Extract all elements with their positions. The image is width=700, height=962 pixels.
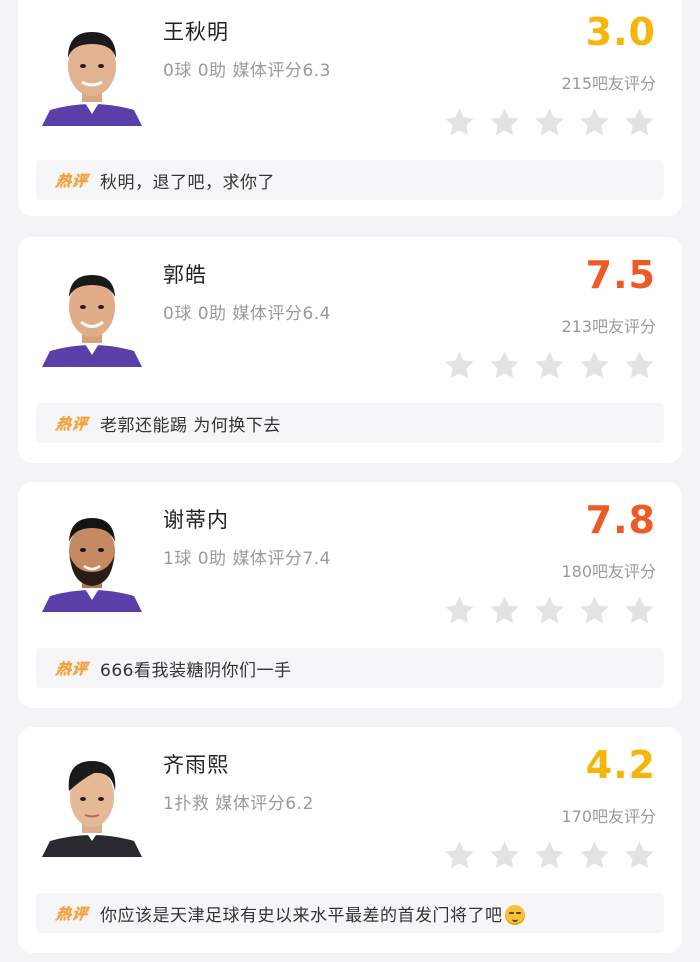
player-card: 齐雨熙 1扑救 媒体评分6.2 4.2 170吧友评分 热评 你应该是天津足球有… [18, 727, 682, 953]
hot-comment-text: 666看我装糖阴你们一手 [100, 660, 292, 681]
player-avatar[interactable] [42, 255, 142, 367]
star-icon[interactable] [623, 594, 656, 627]
player-photo-icon [42, 500, 142, 612]
star-icon[interactable] [533, 349, 566, 382]
star-icon[interactable] [443, 349, 476, 382]
star-icon[interactable] [578, 349, 611, 382]
hot-comment[interactable]: 热评 你应该是天津足球有史以来水平最差的首发门将了吧 [36, 893, 664, 933]
star-icon[interactable] [578, 594, 611, 627]
rating-count: 215吧友评分 [561, 74, 656, 93]
star-icon[interactable] [533, 839, 566, 872]
player-name: 谢蒂内 [163, 508, 229, 532]
smiling-face-icon [504, 904, 525, 925]
star-icon[interactable] [488, 106, 521, 139]
star-icon[interactable] [533, 594, 566, 627]
hot-badge: 热评 [54, 414, 90, 433]
hot-comment-text: 老郭还能踢 为何换下去 [100, 415, 281, 436]
player-photo-icon [42, 745, 142, 857]
star-rating[interactable] [443, 594, 656, 627]
hot-comment[interactable]: 热评 老郭还能踢 为何换下去 [36, 403, 664, 443]
player-card: 谢蒂内 1球 0助 媒体评分7.4 7.8 180吧友评分 热评 666看我装糖… [18, 482, 682, 708]
star-icon[interactable] [623, 839, 656, 872]
player-name: 齐雨熙 [163, 753, 229, 777]
rating-count: 170吧友评分 [561, 807, 656, 826]
hot-comment-words: 你应该是天津足球有史以来水平最差的首发门将了吧 [100, 905, 503, 926]
hot-comment-text: 你应该是天津足球有史以来水平最差的首发门将了吧 [100, 901, 525, 926]
star-icon[interactable] [488, 594, 521, 627]
star-icon[interactable] [623, 349, 656, 382]
player-avatar[interactable] [42, 14, 142, 126]
player-avatar[interactable] [42, 500, 142, 612]
star-icon[interactable] [623, 106, 656, 139]
star-rating[interactable] [443, 106, 656, 139]
player-photo-icon [42, 255, 142, 367]
hot-badge: 热评 [54, 904, 90, 923]
player-stats: 1球 0助 媒体评分7.4 [163, 549, 331, 569]
star-icon[interactable] [443, 594, 476, 627]
hot-badge: 热评 [54, 171, 90, 190]
star-rating[interactable] [443, 349, 656, 382]
star-icon[interactable] [443, 839, 476, 872]
hot-comment[interactable]: 热评 666看我装糖阴你们一手 [36, 648, 664, 688]
star-icon[interactable] [488, 349, 521, 382]
player-name: 王秋明 [163, 20, 229, 44]
star-icon[interactable] [443, 106, 476, 139]
player-photo-icon [42, 14, 142, 126]
star-icon[interactable] [533, 106, 566, 139]
fan-score: 7.5 [585, 253, 656, 297]
player-stats: 0球 0助 媒体评分6.3 [163, 61, 331, 81]
hot-badge: 热评 [54, 659, 90, 678]
fan-score: 3.0 [585, 10, 656, 54]
player-avatar[interactable] [42, 745, 142, 857]
hot-comment-text: 秋明，退了吧，求你了 [100, 172, 276, 193]
star-icon[interactable] [488, 839, 521, 872]
rating-count: 213吧友评分 [561, 317, 656, 336]
star-rating[interactable] [443, 839, 656, 872]
fan-score: 4.2 [585, 743, 656, 787]
fan-score: 7.8 [585, 498, 656, 542]
hot-comment[interactable]: 热评 秋明，退了吧，求你了 [36, 160, 664, 200]
player-stats: 0球 0助 媒体评分6.4 [163, 304, 331, 324]
player-card: 郭皓 0球 0助 媒体评分6.4 7.5 213吧友评分 热评 老郭还能踢 为何… [18, 237, 682, 463]
player-stats: 1扑救 媒体评分6.2 [163, 794, 314, 814]
star-icon[interactable] [578, 106, 611, 139]
rating-count: 180吧友评分 [561, 562, 656, 581]
star-icon[interactable] [578, 839, 611, 872]
player-name: 郭皓 [163, 263, 207, 287]
player-card: 王秋明 0球 0助 媒体评分6.3 3.0 215吧友评分 热评 秋明，退了吧，… [18, 0, 682, 216]
